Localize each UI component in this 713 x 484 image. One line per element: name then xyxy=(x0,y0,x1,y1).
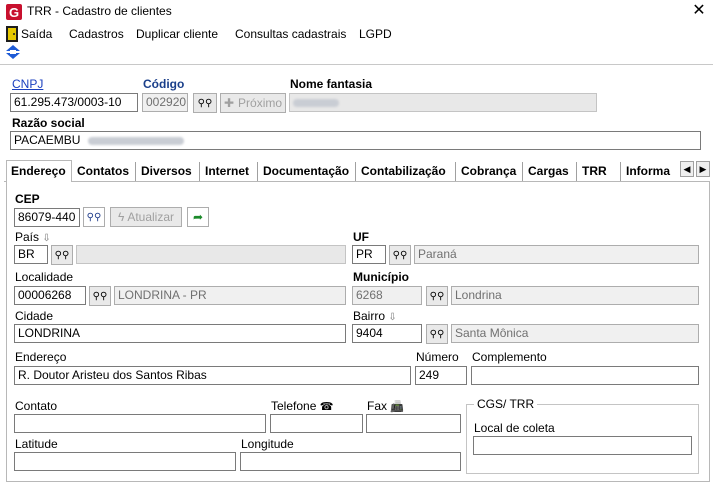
pais-field[interactable]: BR xyxy=(14,245,48,264)
bairro-name-field[interactable]: Santa Mônica xyxy=(451,324,699,343)
menu-consultas-cadastrais[interactable]: Consultas cadastrais xyxy=(235,27,346,41)
telephone-icon: ☎ xyxy=(319,401,334,413)
codigo-field[interactable]: 002920 xyxy=(142,93,188,112)
cidade-field[interactable]: LONDRINA xyxy=(14,324,346,343)
binoculars-icon: ⚲⚲ xyxy=(429,328,445,340)
binoculars-icon: ⚲⚲ xyxy=(429,290,445,302)
menu-cadastros[interactable]: Cadastros xyxy=(69,27,124,41)
sort-icon[interactable] xyxy=(6,45,20,59)
telefone-field[interactable] xyxy=(270,414,363,433)
numero-label: Número xyxy=(416,350,459,364)
cnpj-label[interactable]: CNPJ xyxy=(12,77,43,91)
close-icon[interactable]: ✕ xyxy=(690,1,708,21)
tab-informacoes[interactable]: Informa xyxy=(622,162,680,181)
tab-documentacao[interactable]: Documentação xyxy=(259,162,356,181)
bairro-field[interactable]: 9404 xyxy=(352,324,422,343)
tab-diversos[interactable]: Diversos xyxy=(137,162,200,181)
municipio-field[interactable]: 6268 xyxy=(352,286,422,305)
localidade-search-button[interactable]: ⚲⚲ xyxy=(89,286,111,306)
svg-text:G: G xyxy=(9,5,19,20)
nome-fantasia-field[interactable] xyxy=(289,93,597,112)
pais-label: País ⇩ xyxy=(15,230,51,244)
refresh-button[interactable]: ➦ xyxy=(187,207,209,227)
municipio-search-button[interactable]: ⚲⚲ xyxy=(426,286,448,306)
binoculars-icon: ⚲⚲ xyxy=(392,249,408,261)
numero-field[interactable]: 249 xyxy=(415,366,467,385)
local-coleta-label: Local de coleta xyxy=(474,421,555,435)
plus-icon: ✚ xyxy=(223,96,235,110)
uf-field[interactable]: PR xyxy=(352,245,386,264)
endereco-field[interactable]: R. Doutor Aristeu dos Santos Ribas xyxy=(14,366,411,385)
exit-door-icon[interactable] xyxy=(6,26,18,42)
razao-social-field[interactable]: PACAEMBU xyxy=(10,131,701,150)
local-coleta-field[interactable] xyxy=(473,436,692,455)
menu-lgpd[interactable]: LGPD xyxy=(359,27,392,41)
window-title: TRR - Cadastro de clientes xyxy=(27,4,172,18)
menu-duplicar-cliente[interactable]: Duplicar cliente xyxy=(136,27,218,41)
tab-scroll-right-icon[interactable]: ▶ xyxy=(696,161,710,177)
fax-field[interactable] xyxy=(366,414,461,433)
fax-label: Fax 📠 xyxy=(367,399,405,413)
tab-scroll-left-icon[interactable]: ◀ xyxy=(680,161,694,177)
tab-cobranca[interactable]: Cobrança xyxy=(457,162,523,181)
uf-name-field[interactable]: Paraná xyxy=(414,245,699,264)
uf-label: UF xyxy=(353,230,369,244)
cep-label: CEP xyxy=(15,192,40,206)
latitude-field[interactable] xyxy=(14,452,236,471)
contato-label: Contato xyxy=(15,399,58,413)
localidade-name-field[interactable]: LONDRINA - PR xyxy=(114,286,346,305)
complemento-label: Complemento xyxy=(472,350,547,364)
complemento-field[interactable] xyxy=(471,366,699,385)
fax-icon: 📠 xyxy=(390,401,405,413)
green-arrow-icon: ➦ xyxy=(192,210,204,224)
atualizar-label: Atualizar xyxy=(127,210,175,224)
tab-endereco[interactable]: Endereço xyxy=(6,160,72,183)
menu-saida[interactable]: Saída xyxy=(21,27,52,41)
app-logo-icon: G xyxy=(6,4,22,20)
tab-internet[interactable]: Internet xyxy=(201,162,258,181)
longitude-label: Longitude xyxy=(241,437,294,451)
municipio-name-field[interactable]: Londrina xyxy=(451,286,699,305)
tab-contabilizacao[interactable]: Contabilização xyxy=(357,162,456,181)
bairro-label: Bairro ⇩ xyxy=(353,309,397,323)
binoculars-icon: ⚲⚲ xyxy=(54,249,70,261)
telefone-label: Telefone ☎ xyxy=(271,399,334,413)
bairro-search-button[interactable]: ⚲⚲ xyxy=(426,324,448,344)
contato-field[interactable] xyxy=(14,414,266,433)
binoculars-button[interactable]: ⚲⚲ xyxy=(193,93,217,113)
cep-field[interactable]: 86079-440 xyxy=(14,208,80,227)
proximo-label: Próximo xyxy=(238,96,283,110)
latitude-label: Latitude xyxy=(15,437,58,451)
municipio-label: Município xyxy=(353,270,409,284)
tab-trr[interactable]: TRR xyxy=(578,162,621,181)
pais-name-field[interactable] xyxy=(76,245,346,264)
uf-search-button[interactable]: ⚲⚲ xyxy=(389,245,411,265)
cnpj-field[interactable]: 61.295.473/0003-10 xyxy=(10,93,138,112)
proximo-button[interactable]: ✚ Próximo xyxy=(220,93,286,113)
razao-social-label: Razão social xyxy=(12,116,85,130)
pais-search-button[interactable]: ⚲⚲ xyxy=(51,245,73,265)
tab-contatos[interactable]: Contatos xyxy=(73,162,136,181)
binoculars-icon: ⚲⚲ xyxy=(197,97,213,109)
binoculars-icon: ⚲⚲ xyxy=(92,290,108,302)
codigo-label: Código xyxy=(143,77,185,91)
arrow-down-icon: ⇩ xyxy=(388,312,397,323)
tab-cargas[interactable]: Cargas xyxy=(524,162,577,181)
razao-social-value: PACAEMBU xyxy=(14,133,81,147)
longitude-field[interactable] xyxy=(240,452,461,471)
cgs-trr-title: CGS/ TRR xyxy=(474,397,538,411)
localidade-label: Localidade xyxy=(15,270,74,284)
nome-fantasia-label: Nome fantasia xyxy=(290,77,373,91)
endereco-label: Endereço xyxy=(15,350,67,364)
cidade-label: Cidade xyxy=(15,309,54,323)
atualizar-button[interactable]: ϟ Atualizar xyxy=(110,207,182,227)
arrow-down-icon: ⇩ xyxy=(42,233,51,244)
localidade-field[interactable]: 00006268 xyxy=(14,286,86,305)
lightning-icon: ϟ xyxy=(117,210,125,224)
cep-search-button[interactable]: ⚲⚲ xyxy=(83,207,105,227)
binoculars-icon: ⚲⚲ xyxy=(86,211,102,223)
